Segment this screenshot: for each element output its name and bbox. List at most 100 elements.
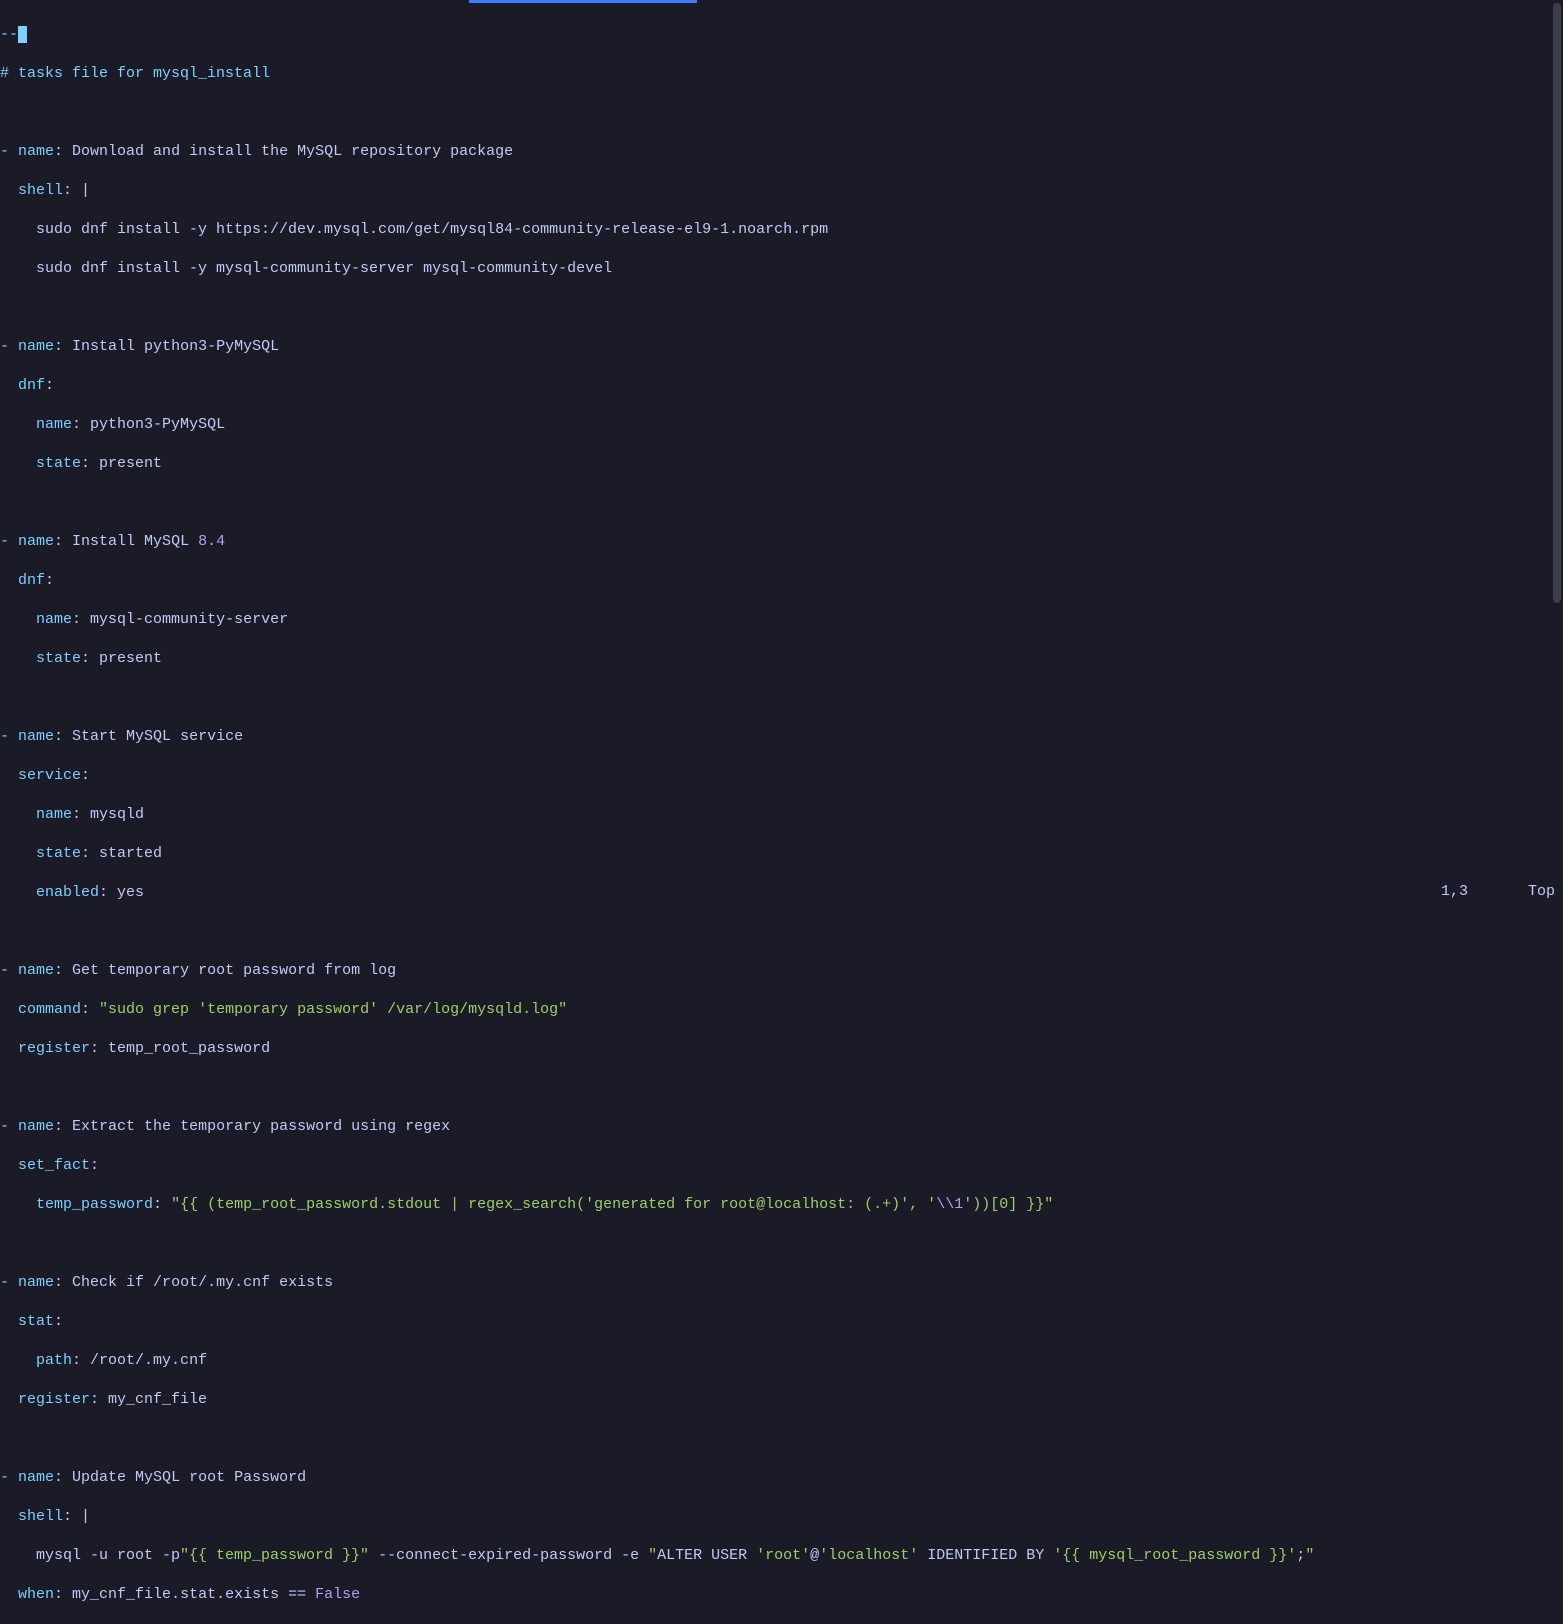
key-register: register <box>18 1040 90 1057</box>
key-name: name <box>18 962 54 979</box>
param-key: name <box>36 416 72 433</box>
when-bool: False <box>315 1586 360 1603</box>
param-val: started <box>99 845 162 862</box>
fact-string-suffix: '))[0] }}" <box>963 1196 1053 1213</box>
blank-line <box>0 103 1563 123</box>
param-val: present <box>99 650 162 667</box>
param-key: state <box>36 845 81 862</box>
task-6-fact: temp_password: "{{ (temp_root_password.s… <box>0 1195 1563 1215</box>
sh-semi: ; <box>1296 1547 1305 1564</box>
task-name-val: Check if /root/.my.cnf exists <box>72 1274 333 1291</box>
blank-line <box>0 922 1563 942</box>
param-val: present <box>99 455 162 472</box>
blank-line <box>0 688 1563 708</box>
task-name-val: Install MySQL <box>72 533 198 550</box>
fact-key: temp_password <box>36 1196 153 1213</box>
comment-line: # tasks file for mysql_install <box>0 64 1563 84</box>
sh-q1: " <box>648 1547 657 1564</box>
key-name: name <box>18 338 54 355</box>
editor-content[interactable]: -- # tasks file for mysql_install - name… <box>0 3 1563 1624</box>
task-7-register: register: my_cnf_file <box>0 1390 1563 1410</box>
key-name: name <box>18 143 54 160</box>
pipe: | <box>81 1508 90 1525</box>
key-setfact: set_fact <box>18 1157 90 1174</box>
sh-p1: mysql -u root -p <box>0 1547 180 1564</box>
key-name: name <box>18 728 54 745</box>
sh-s4: '{{ mysql_root_password }}' <box>1053 1547 1296 1564</box>
param-key: path <box>36 1352 72 1369</box>
task-4-name: - name: Start MySQL service <box>0 727 1563 747</box>
task-7-module: stat: <box>0 1312 1563 1332</box>
task-8-when: when: my_cnf_file.stat.exists == False <box>0 1585 1563 1605</box>
task-3-param-name: name: mysql-community-server <box>0 610 1563 630</box>
yaml-dashes: -- <box>0 26 18 43</box>
task-6-module: set_fact: <box>0 1156 1563 1176</box>
param-val: yes <box>117 884 144 901</box>
task-name-val: Start MySQL service <box>72 728 243 745</box>
task-5-register: register: temp_root_password <box>0 1039 1563 1059</box>
param-key: state <box>36 650 81 667</box>
key-name: name <box>18 1274 54 1291</box>
register-val: my_cnf_file <box>108 1391 207 1408</box>
param-key: enabled <box>36 884 99 901</box>
pipe: | <box>81 182 90 199</box>
key-name: name <box>18 1118 54 1135</box>
param-key: state <box>36 455 81 472</box>
sh-q2: " <box>1305 1547 1314 1564</box>
task-4-param-name: name: mysqld <box>0 805 1563 825</box>
task-7-name: - name: Check if /root/.my.cnf exists <box>0 1273 1563 1293</box>
scrollbar-thumb[interactable] <box>1553 3 1561 603</box>
param-val: python3-PyMySQL <box>90 416 225 433</box>
task-8-name: - name: Update MySQL root Password <box>0 1468 1563 1488</box>
sh-s3: 'localhost' <box>819 1547 918 1564</box>
fact-string-prefix: "{{ (temp_root_password.stdout | regex_s… <box>171 1196 936 1213</box>
cursor <box>18 26 27 43</box>
task-2-param-state: state: present <box>0 454 1563 474</box>
param-key: name <box>36 806 72 823</box>
blank-line <box>0 1078 1563 1098</box>
task-name-val: Download and install the MySQL repositor… <box>72 143 513 160</box>
task-1-name: - name: Download and install the MySQL r… <box>0 142 1563 162</box>
key-dnf: dnf <box>18 377 45 394</box>
cursor-position: 1,3 <box>1441 883 1468 900</box>
task-3-module: dnf: <box>0 571 1563 591</box>
blank-line <box>0 493 1563 513</box>
task-2-module: dnf: <box>0 376 1563 396</box>
param-val: /root/.my.cnf <box>90 1352 207 1369</box>
key-shell: shell <box>18 1508 63 1525</box>
shell-body-1: sudo dnf install -y https://dev.mysql.co… <box>0 220 1563 240</box>
status-bar: 1,3Top <box>1381 882 1555 902</box>
task-4-param-enabled: enabled: yes <box>0 883 1563 903</box>
task-3-name: - name: Install MySQL 8.4 <box>0 532 1563 552</box>
sh-p2: --connect-expired-password -e <box>369 1547 648 1564</box>
blank-line <box>0 1234 1563 1254</box>
sh-at: @ <box>810 1547 819 1564</box>
key-command: command <box>18 1001 81 1018</box>
key-dnf: dnf <box>18 572 45 589</box>
task-7-param-path: path: /root/.my.cnf <box>0 1351 1563 1371</box>
task-3-param-state: state: present <box>0 649 1563 669</box>
scrollbar[interactable] <box>1551 3 1563 907</box>
blank-line <box>0 1429 1563 1449</box>
task-5-name: - name: Get temporary root password from… <box>0 961 1563 981</box>
doc-start: -- <box>0 25 1563 45</box>
key-name: name <box>18 1469 54 1486</box>
version-num: 8.4 <box>198 533 225 550</box>
top-bar <box>0 0 1563 3</box>
task-8-shell: shell: | <box>0 1507 1563 1527</box>
task-name-val: Get temporary root password from log <box>72 962 396 979</box>
key-register: register <box>18 1391 90 1408</box>
fact-escape: \\1 <box>936 1196 963 1213</box>
task-1-shell: shell: | <box>0 181 1563 201</box>
task-name-val: Extract the temporary password using reg… <box>72 1118 450 1135</box>
param-val: mysql-community-server <box>90 611 288 628</box>
key-service: service <box>18 767 81 784</box>
key-stat: stat <box>18 1313 54 1330</box>
command-string: "sudo grep 'temporary password' /var/log… <box>99 1001 567 1018</box>
sh-p4: IDENTIFIED BY <box>918 1547 1053 1564</box>
key-shell: shell <box>18 182 63 199</box>
task-name-val: Update MySQL root Password <box>72 1469 306 1486</box>
param-key: name <box>36 611 72 628</box>
sh-p3: ALTER USER <box>657 1547 756 1564</box>
task-2-param-name: name: python3-PyMySQL <box>0 415 1563 435</box>
